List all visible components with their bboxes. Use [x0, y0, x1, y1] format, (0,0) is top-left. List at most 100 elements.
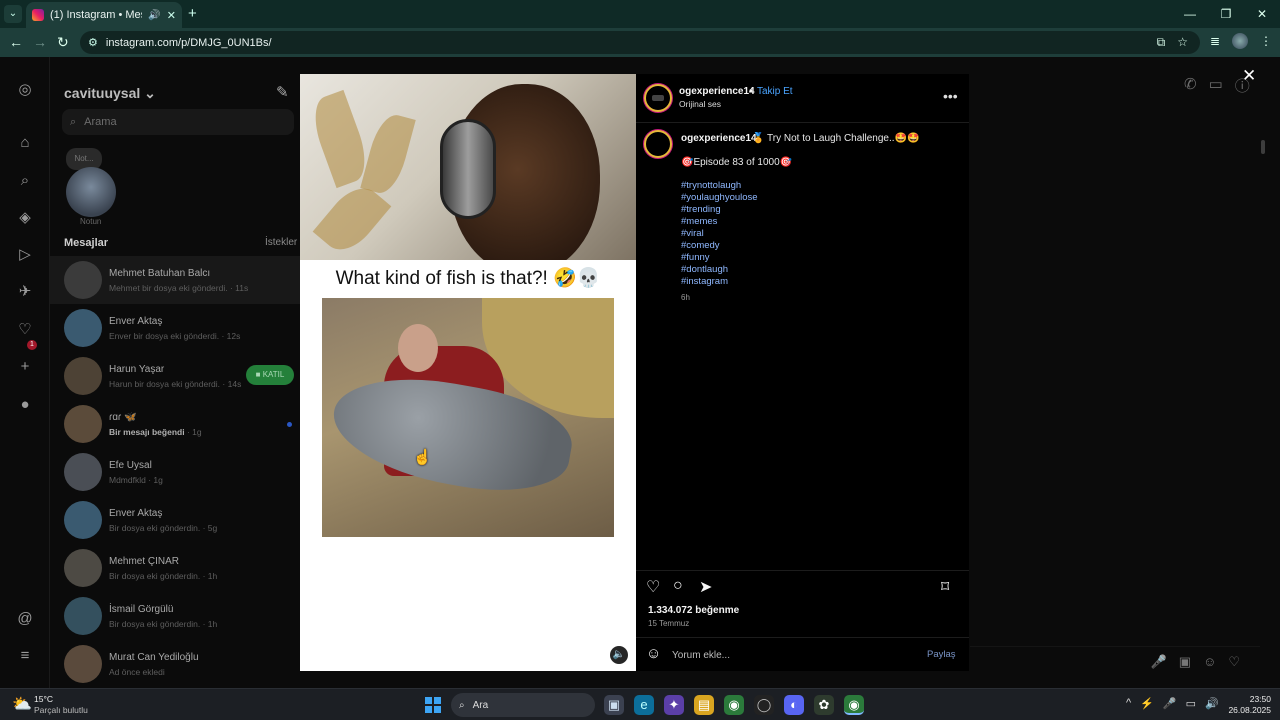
profile-avatar-icon[interactable]: ● — [16, 396, 34, 414]
more-menu-icon[interactable]: ≡ — [16, 647, 34, 665]
video-call-icon[interactable]: ▭ — [1209, 75, 1223, 96]
tab-instagram[interactable]: (1) Instagram • Mesajlar 🔊 ✕ — [26, 2, 182, 28]
compose-icon[interactable]: ✎ — [276, 83, 289, 101]
search-icon[interactable]: ⌕ — [16, 172, 34, 190]
hashtag-link[interactable]: #memes — [681, 216, 758, 228]
heart-icon[interactable]: ♡ — [646, 577, 660, 597]
caption-username[interactable]: ogexperience14 — [681, 133, 757, 144]
conversation-item[interactable]: Efe Uysal Mdmdfkld · 1g — [50, 448, 300, 496]
task-view-icon[interactable]: ▣ — [604, 695, 624, 715]
author-username[interactable]: ogexperience14 — [679, 86, 755, 97]
discord-icon[interactable]: ◐ — [784, 695, 804, 715]
image-icon[interactable]: ▣ — [1179, 654, 1191, 670]
post-media[interactable]: What kind of fish is that?! 🤣💀 ☝ 🔈 — [300, 74, 636, 671]
new-tab-button[interactable]: + — [188, 5, 197, 22]
conversation-item[interactable]: Enver Aktaş Enver bir dosya eki gönderdi… — [50, 304, 300, 352]
phone-icon[interactable]: ✆ — [1184, 75, 1197, 96]
hashtag-link[interactable]: #youlaughyoulose — [681, 192, 758, 204]
conversation-item[interactable]: Mehmet ÇINAR Bir dosya eki gönderdin. · … — [50, 544, 300, 592]
send-icon[interactable]: ➤ — [699, 577, 712, 597]
conversation-item[interactable]: Murat Can Yediloğlu Ad önce ekledi — [50, 640, 300, 688]
install-app-icon[interactable]: ⧉ — [1157, 35, 1166, 50]
comment-icon[interactable]: ○ — [673, 577, 683, 595]
display-icon[interactable]: ▭ — [1186, 697, 1196, 710]
weather-description[interactable]: Parçalı bulutlu — [34, 705, 88, 715]
emoji-icon[interactable]: ☺ — [646, 645, 661, 662]
comment-input[interactable] — [672, 646, 902, 664]
caption-avatar[interactable] — [644, 130, 672, 158]
home-icon[interactable]: ⌂ — [16, 134, 34, 152]
follow-button[interactable]: Takip Et — [757, 86, 793, 97]
app-ring-icon[interactable]: ◯ — [754, 695, 774, 715]
mute-icon[interactable]: 🔈 — [610, 646, 628, 664]
hashtag-link[interactable]: #comedy — [681, 240, 758, 252]
restore-icon[interactable]: ❐ — [1208, 0, 1244, 28]
volume-icon[interactable]: 🔊 — [1205, 697, 1219, 710]
hashtag-link[interactable]: #funny — [681, 252, 758, 264]
create-plus-icon[interactable]: + — [16, 358, 34, 376]
site-info-icon[interactable]: ⚙ — [88, 36, 98, 49]
hashtag-link[interactable]: #dontlaugh — [681, 264, 758, 276]
page-scrollbar[interactable] — [1259, 110, 1267, 640]
reload-icon[interactable]: ↻ — [57, 34, 69, 51]
notifications-heart-icon[interactable]: ♡ — [16, 321, 34, 339]
microphone-icon[interactable]: 🎤 — [1151, 654, 1167, 670]
requests-link[interactable]: İstekler — [265, 237, 297, 248]
weather-temperature[interactable]: 15°C — [34, 694, 53, 704]
clock[interactable]: 23:50 26.08.2025 — [1225, 694, 1271, 716]
address-bar[interactable]: ⚙ instagram.com/p/DMJG_0UN1Bs/ — [80, 31, 1200, 54]
conversation-item[interactable]: Harun Yaşar Harun bir dosya eki gönderdi… — [50, 352, 300, 400]
dm-search-box[interactable]: ⌕ Arama — [62, 109, 294, 135]
conversation-item[interactable]: İsmail Görgülü Bir dosya eki gönderdin. … — [50, 592, 300, 640]
author-avatar[interactable] — [644, 84, 672, 112]
like-count[interactable]: 1.334.072 beğenme — [648, 605, 739, 616]
hashtag-link[interactable]: #instagram — [681, 276, 758, 288]
forward-arrow-icon[interactable]: → — [33, 34, 47, 50]
chrome-icon[interactable]: ◉ — [724, 695, 744, 715]
hashtag-link[interactable]: #trending — [681, 204, 758, 216]
browser-menu-icon[interactable]: ⋮ — [1260, 34, 1272, 48]
bookmark-icon[interactable]: ⌑ — [941, 577, 949, 597]
weather-cloud-sun-icon[interactable]: ⛅ — [12, 694, 32, 714]
join-call-button[interactable]: ■ KATIL — [246, 365, 294, 385]
threads-icon[interactable]: @ — [16, 610, 34, 628]
minimize-icon[interactable]: — — [1172, 0, 1208, 28]
close-icon[interactable]: ✕ — [1242, 66, 1256, 86]
tool-icon[interactable]: ✿ — [814, 695, 834, 715]
dm-username[interactable]: cavituuysal ⌄ — [64, 85, 156, 102]
media-control-icon[interactable]: ≣ — [1210, 34, 1220, 48]
tab-close-icon[interactable]: ✕ — [167, 9, 176, 22]
sticker-icon[interactable]: ☺ — [1203, 654, 1216, 670]
conversation-item[interactable]: Enver Aktaş Bir dosya eki gönderdin. · 5… — [50, 496, 300, 544]
audio-label[interactable]: Orijinal ses — [679, 99, 721, 109]
start-windows-icon[interactable] — [425, 697, 441, 713]
tab-audio-icon[interactable]: 🔊 — [148, 10, 160, 21]
more-icon[interactable]: ••• — [943, 88, 958, 104]
file-explorer-icon[interactable]: ▤ — [694, 695, 714, 715]
scrollbar-thumb[interactable] — [1261, 140, 1265, 154]
tab-search-icon[interactable]: ⌄ — [4, 5, 22, 23]
back-arrow-icon[interactable]: ← — [9, 34, 23, 50]
post-comment-button[interactable]: Paylaş — [927, 649, 956, 660]
heart-icon[interactable]: ♡ — [1228, 654, 1240, 670]
post-modal: What kind of fish is that?! 🤣💀 ☝ 🔈 ogexp… — [300, 74, 969, 671]
conversation-item[interactable]: ɾɑɾ 🦋 Bir mesajı beğendi · 1g — [50, 400, 300, 448]
conversation-item[interactable]: Mehmet Batuhan Balcı Mehmet bir dosya ek… — [50, 256, 300, 304]
bookmark-star-icon[interactable]: ☆ — [1177, 35, 1188, 50]
hashtag-link[interactable]: #viral — [681, 228, 758, 240]
window-close-icon[interactable]: ✕ — [1244, 0, 1280, 28]
edge-icon[interactable]: e — [634, 695, 654, 715]
hashtag-link[interactable]: #trynottolaugh — [681, 180, 758, 192]
instagram-logo-icon[interactable]: ◎ — [16, 81, 34, 99]
explore-icon[interactable]: ◈ — [16, 209, 34, 227]
microphone-icon[interactable]: 🎤 — [1163, 697, 1177, 710]
reels-icon[interactable]: ▷ — [16, 246, 34, 264]
own-note-avatar[interactable] — [66, 167, 116, 217]
chrome-active-icon[interactable]: ◉ — [844, 695, 864, 715]
tray-chevron-icon[interactable]: ^ — [1126, 697, 1131, 710]
copilot-icon[interactable]: ✦ — [664, 695, 684, 715]
messenger-icon[interactable]: ✈ — [16, 283, 34, 301]
taskbar-search[interactable]: ⌕ Ara — [451, 693, 595, 717]
profile-avatar[interactable] — [1232, 33, 1248, 49]
network-icon[interactable]: ⚡ — [1140, 697, 1154, 710]
